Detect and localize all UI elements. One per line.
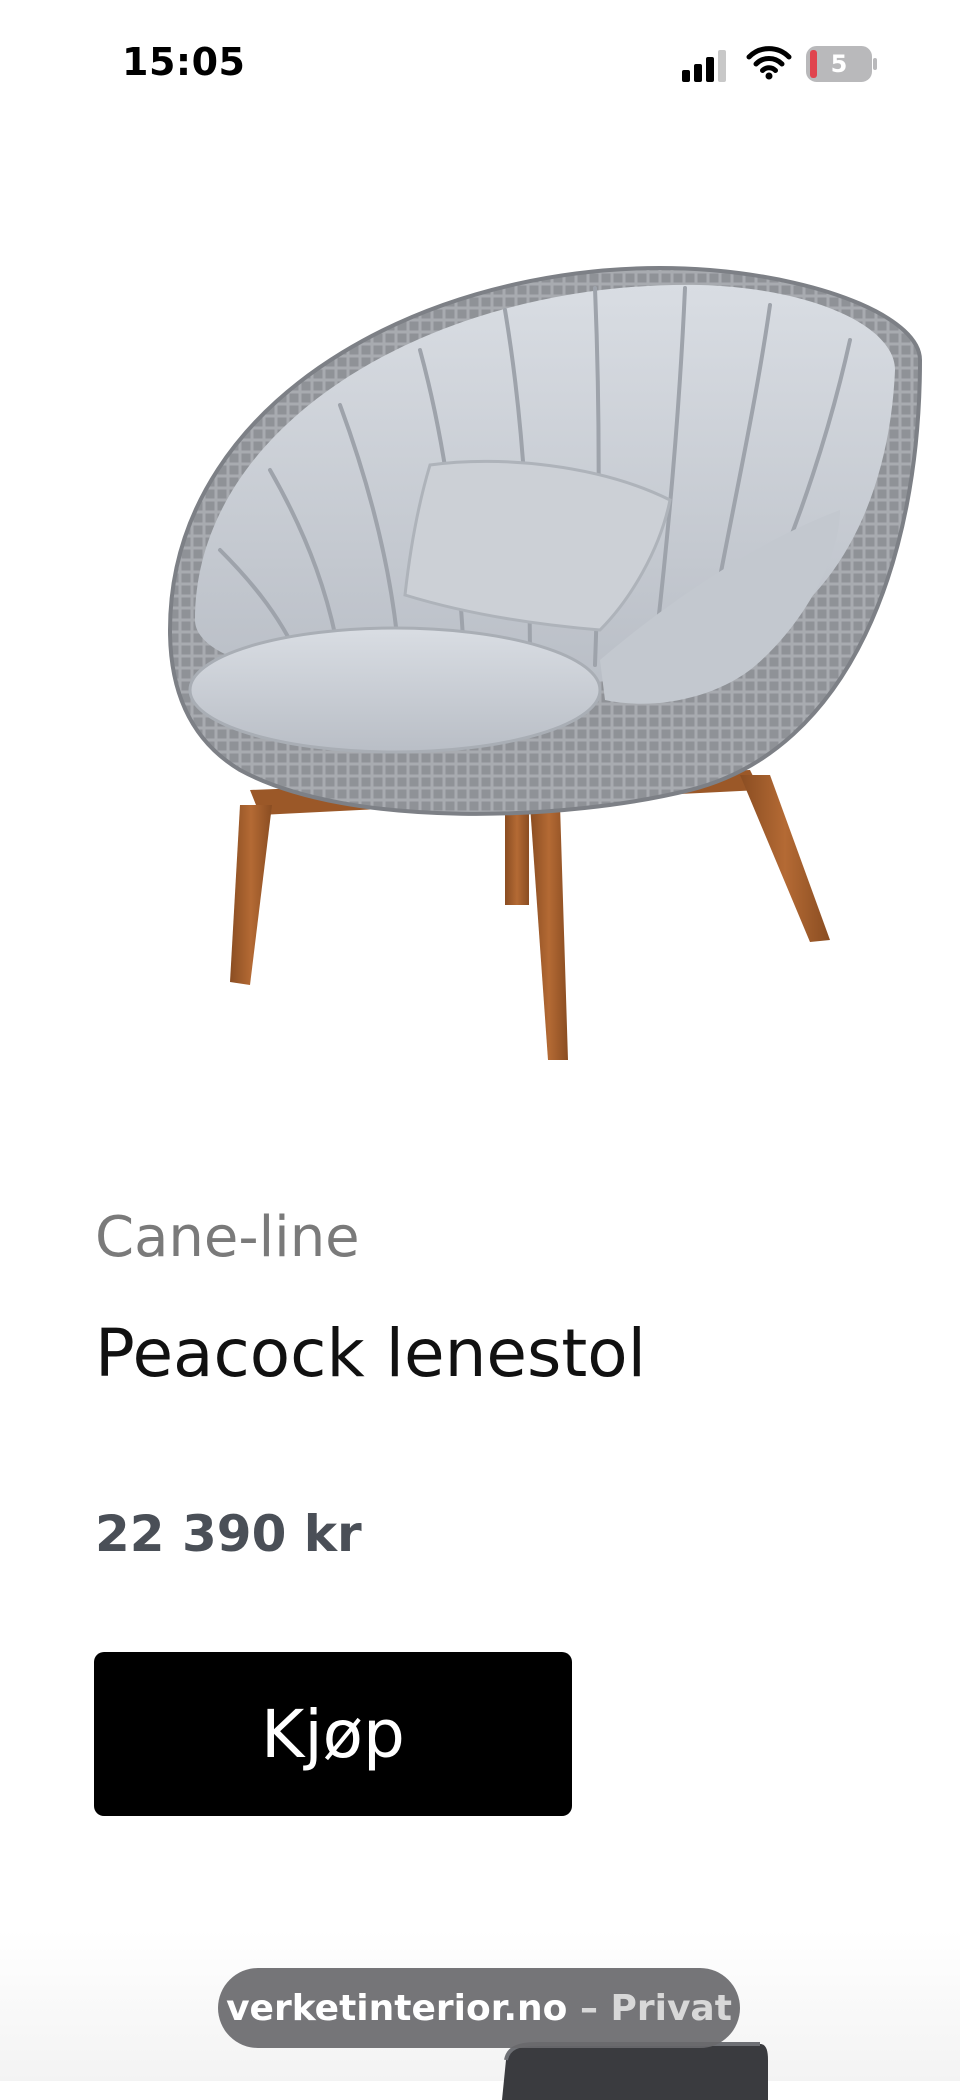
signal-icon bbox=[682, 50, 726, 82]
browser-url-bar[interactable]: verketinterior.no – Privat bbox=[218, 1968, 740, 2048]
buy-button[interactable]: Kjøp bbox=[94, 1652, 572, 1816]
url-separator: – bbox=[579, 1987, 598, 2029]
product-price: 22 390 kr bbox=[95, 1505, 362, 1563]
product-title: Peacock lenestol bbox=[95, 1315, 647, 1392]
url-domain: verketinterior.no bbox=[226, 1987, 568, 2029]
product-brand[interactable]: Cane-line bbox=[95, 1205, 360, 1270]
wifi-icon bbox=[746, 46, 792, 80]
private-mode-label: Privat bbox=[610, 1987, 732, 2029]
lounge-chair-image[interactable] bbox=[150, 230, 930, 1110]
battery-level: 5 bbox=[830, 50, 848, 78]
status-bar: 15:05 5 bbox=[0, 0, 960, 130]
next-product-image[interactable] bbox=[498, 2040, 770, 2100]
status-time: 15:05 bbox=[122, 40, 246, 84]
